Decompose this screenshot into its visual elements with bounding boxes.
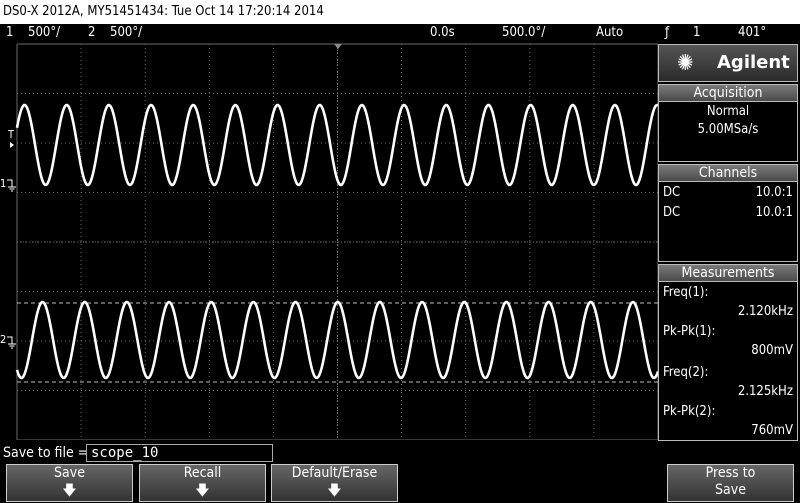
save-to-file-label: Save to file = <box>3 445 89 461</box>
ch1-number[interactable]: 1 <box>6 24 13 42</box>
arrow-down-icon: 🡇 <box>62 483 77 499</box>
logo-text: Agilent <box>717 52 790 73</box>
trigger-edge-icon: ƒ <box>665 25 670 40</box>
ch2-number[interactable]: 2 <box>88 24 95 42</box>
filename-field[interactable]: scope_10 <box>86 444 273 462</box>
channels-panel: DC 10.0:1 DC 10.0:1 <box>658 182 798 262</box>
trigger-delay[interactable]: 0.0s <box>430 24 455 42</box>
channels-header: Channels <box>658 164 798 182</box>
measurement-label: Freq(2): <box>663 365 709 380</box>
channel-coupling: DC <box>663 185 681 200</box>
save-softkey[interactable]: Save 🡇 <box>6 464 133 502</box>
sample-rate: 5.00MSa/s <box>697 122 759 137</box>
trigger-mode[interactable]: Auto <box>596 24 623 42</box>
acquisition-header: Acquisition <box>658 84 798 102</box>
channel-row: DC 10.0:1 <box>663 204 793 222</box>
measurements-header: Measurements <box>658 264 798 282</box>
agilent-logo: ✺ Agilent <box>658 44 798 82</box>
recall-softkey-label: Recall <box>183 465 222 481</box>
measurement-value: 2.125kHz <box>737 384 793 399</box>
side-panel: ✺ Agilent Acquisition Normal 5.00MSa/s C… <box>658 44 800 441</box>
ch1-ground-marker[interactable]: 1 <box>0 177 6 190</box>
agilent-spark-icon: ✺ <box>677 51 694 76</box>
channel-probe: 10.0:1 <box>755 185 793 200</box>
press-to-save-softkey[interactable]: Press to Save <box>667 464 794 502</box>
measurement-value: 760mV <box>751 423 793 438</box>
save-softkey-label: Save <box>54 465 85 481</box>
ch1-scale[interactable]: 500°/ <box>28 24 60 42</box>
channel-probe: 10.0:1 <box>755 205 793 220</box>
press-to-save-line2: Save <box>715 482 746 498</box>
save-row: Save to file = scope_10 <box>0 443 800 463</box>
press-to-save-line1: Press to <box>705 465 756 481</box>
ch2-scale[interactable]: 500°/ <box>110 24 142 42</box>
default-erase-softkey-label: Default/Erase <box>291 465 378 481</box>
ch2-ground-marker[interactable]: 2 <box>0 333 6 346</box>
trigger-level-marker[interactable]: T <box>7 128 15 141</box>
arrow-down-icon: 🡇 <box>327 483 342 499</box>
title-bar: DS0-X 2012A, MY51451434: Tue Oct 14 17:2… <box>0 0 800 24</box>
arrow-down-icon: 🡇 <box>195 483 210 499</box>
measurement-label: Freq(1): <box>663 285 709 300</box>
recall-softkey[interactable]: Recall 🡇 <box>139 464 266 502</box>
trigger-level[interactable]: 401° <box>738 24 766 42</box>
acquisition-panel: Normal 5.00MSa/s <box>658 102 798 162</box>
timebase-scale[interactable]: 500.0°/ <box>502 24 545 42</box>
measurement-label: Pk-Pk(2): <box>663 404 716 419</box>
acquisition-mode: Normal <box>706 104 750 119</box>
measurement-value: 800mV <box>751 343 793 358</box>
measurement-value: 2.120kHz <box>737 304 793 319</box>
channel-coupling: DC <box>663 205 681 220</box>
trigger-channel[interactable]: 1 <box>693 24 700 42</box>
waveform-display[interactable]: T 1 2 <box>0 42 658 440</box>
channel-row: DC 10.0:1 <box>663 184 793 202</box>
default-erase-softkey[interactable]: Default/Erase 🡇 <box>271 464 398 502</box>
status-bar: 1 500°/ 2 500°/ 0.0s 500.0°/ Auto ƒ 1 40… <box>0 24 800 42</box>
measurement-label: Pk-Pk(1): <box>663 324 716 339</box>
measurements-panel: Freq(1): 2.120kHz Pk-Pk(1): 800mV Freq(2… <box>658 282 798 441</box>
